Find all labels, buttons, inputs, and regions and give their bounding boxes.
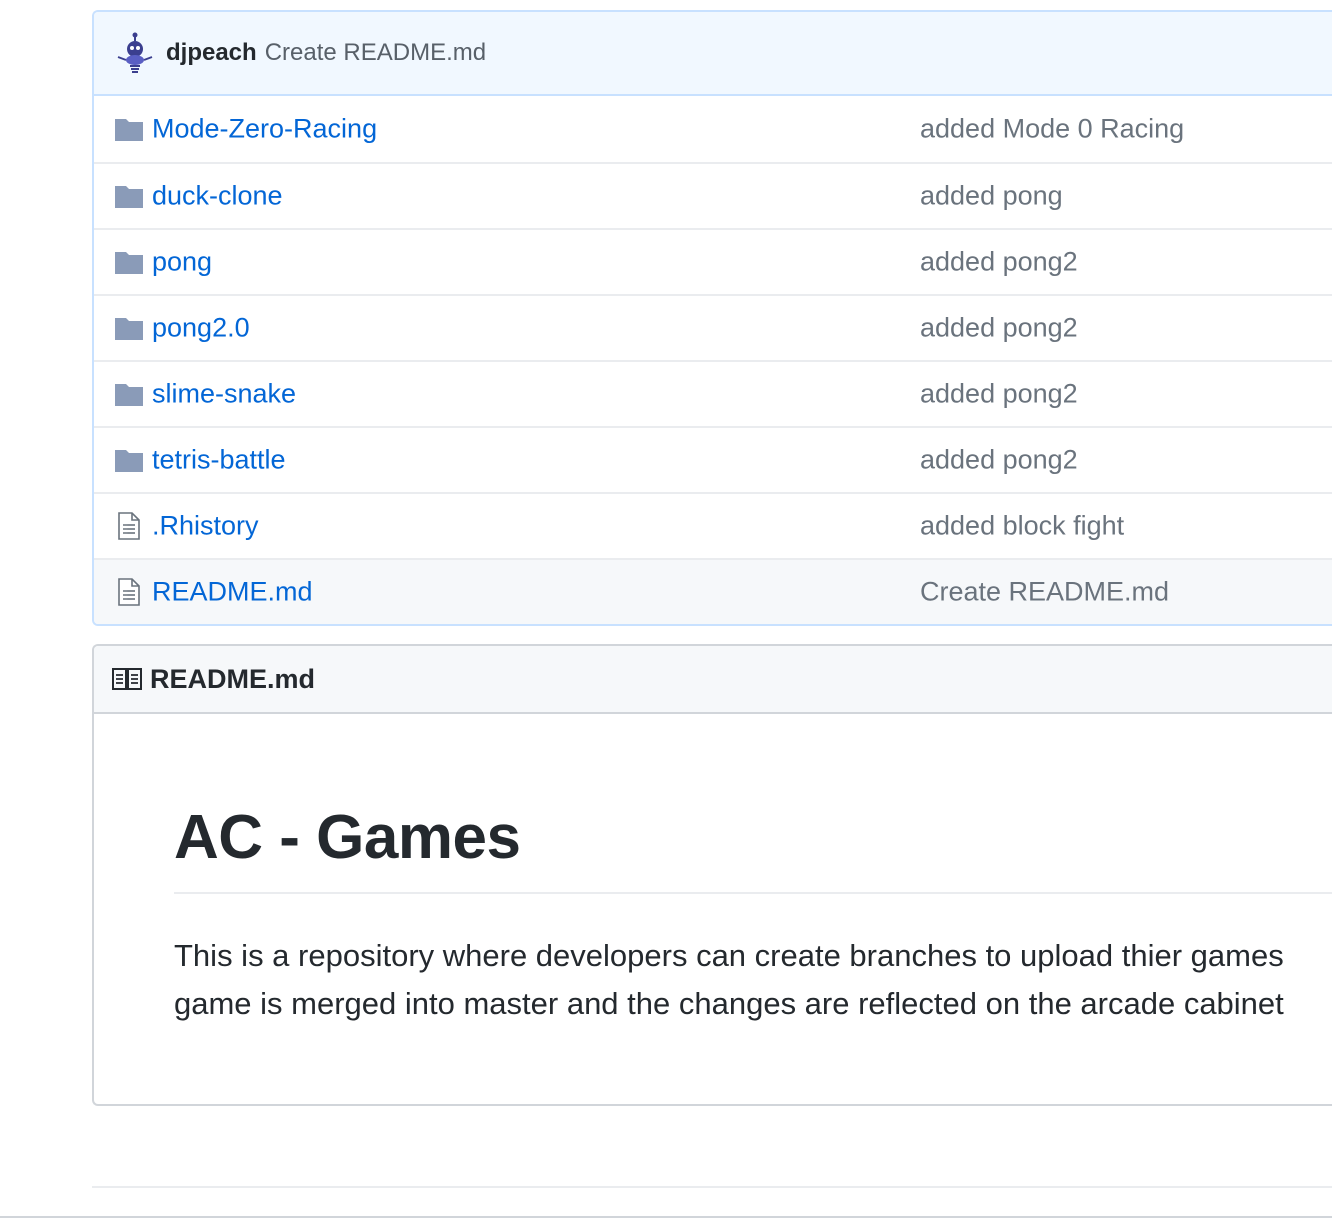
file-row-slime-snake[interactable]: slime-snake added pong2 xyxy=(94,360,1332,426)
file-list-box: djpeach Create README.md Mode-Zero-Racin… xyxy=(92,10,1332,626)
file-name-link[interactable]: duck-clone xyxy=(152,181,283,212)
file-commit-link[interactable]: added pong2 xyxy=(920,247,1078,278)
readme-box: README.md AC - Games This is a repositor… xyxy=(92,644,1332,1106)
folder-icon xyxy=(114,181,144,211)
robot-avatar-icon[interactable] xyxy=(114,32,156,74)
file-commit-link[interactable]: added pong2 xyxy=(920,313,1078,344)
file-name-link[interactable]: slime-snake xyxy=(152,379,296,410)
file-row-pong[interactable]: pong added pong2 xyxy=(94,228,1332,294)
file-commit-link[interactable]: Create README.md xyxy=(920,577,1169,608)
readme-paragraph-line: This is a repository where developers ca… xyxy=(174,938,1284,973)
file-text-icon xyxy=(114,511,144,541)
repository-page: djpeach Create README.md Mode-Zero-Racin… xyxy=(0,0,1332,1226)
file-commit-link[interactable]: added block fight xyxy=(920,511,1124,542)
file-commit-link[interactable]: added pong2 xyxy=(920,379,1078,410)
file-name-link[interactable]: README.md xyxy=(152,577,313,608)
readme-paragraph-line: game is merged into master and the chang… xyxy=(174,986,1284,1021)
file-commit-link[interactable]: added pong2 xyxy=(920,445,1078,476)
readme-header: README.md xyxy=(94,646,1332,714)
file-commit-link[interactable]: added pong xyxy=(920,181,1063,212)
heading-divider xyxy=(174,892,1332,894)
footer-divider xyxy=(92,1186,1332,1188)
page-bottom-border xyxy=(0,1216,1332,1218)
file-name-link[interactable]: .Rhistory xyxy=(152,511,259,542)
folder-icon xyxy=(114,445,144,475)
folder-icon xyxy=(114,247,144,277)
file-row-readme[interactable]: README.md Create README.md xyxy=(94,558,1332,624)
folder-icon xyxy=(114,379,144,409)
file-commit-link[interactable]: added Mode 0 Racing xyxy=(920,114,1184,145)
file-row-tetris-battle[interactable]: tetris-battle added pong2 xyxy=(94,426,1332,492)
file-text-icon xyxy=(114,577,144,607)
commit-author-link[interactable]: djpeach xyxy=(166,39,257,67)
file-name-link[interactable]: Mode-Zero-Racing xyxy=(152,114,377,145)
file-row-duck-clone[interactable]: duck-clone added pong xyxy=(94,162,1332,228)
file-name-link[interactable]: pong2.0 xyxy=(152,313,250,344)
file-name-link[interactable]: pong xyxy=(152,247,212,278)
file-row-rhistory[interactable]: .Rhistory added block fight xyxy=(94,492,1332,558)
latest-commit-bar: djpeach Create README.md xyxy=(94,12,1332,96)
folder-icon xyxy=(114,313,144,343)
file-row-pong2-0[interactable]: pong2.0 added pong2 xyxy=(94,294,1332,360)
file-name-link[interactable]: tetris-battle xyxy=(152,445,286,476)
file-rows: Mode-Zero-Racing added Mode 0 Racing duc… xyxy=(94,96,1332,624)
readme-paragraph: This is a repository where developers ca… xyxy=(174,932,1332,1028)
folder-icon xyxy=(114,114,144,144)
file-row-mode-zero-racing[interactable]: Mode-Zero-Racing added Mode 0 Racing xyxy=(94,96,1332,162)
book-icon xyxy=(112,667,142,691)
readme-file-title: README.md xyxy=(150,663,316,694)
commit-message-link[interactable]: Create README.md xyxy=(265,39,486,67)
readme-heading: AC - Games xyxy=(174,803,521,872)
